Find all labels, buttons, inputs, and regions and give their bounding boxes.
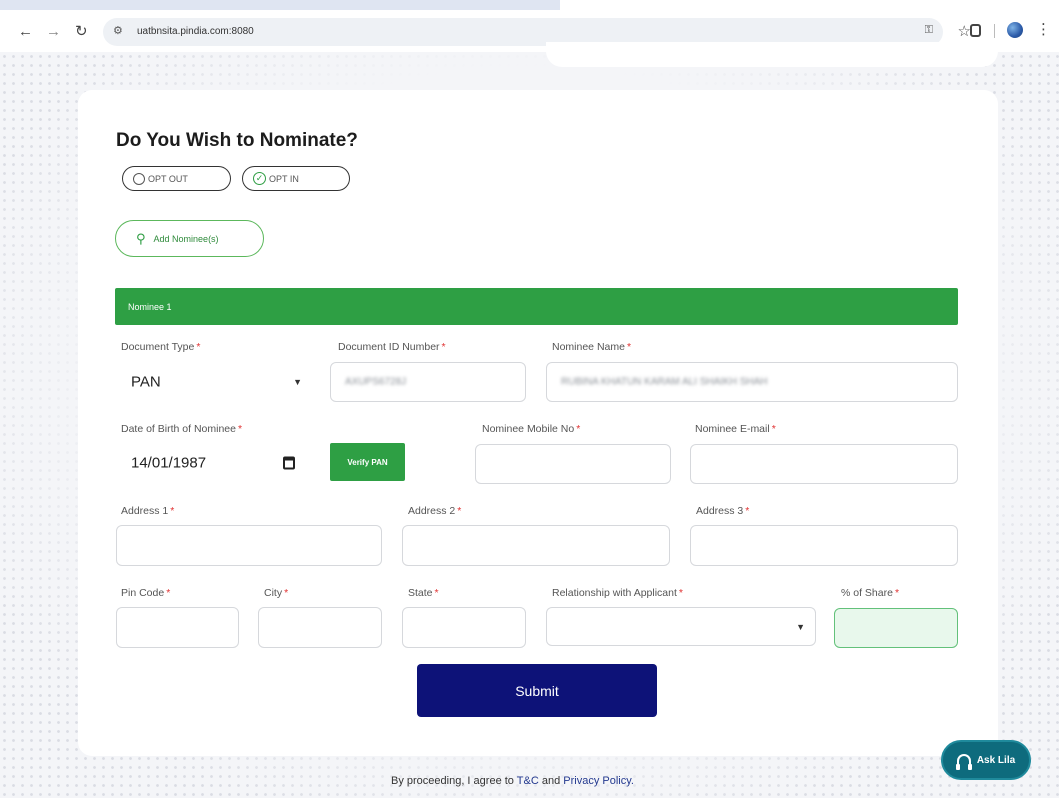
radio-checked-icon: ✓ [253,172,266,185]
search-icon: ⚲ [136,230,146,246]
verify-pan-button[interactable]: Verify PAN [330,443,405,481]
state-input[interactable] [402,607,526,648]
document-type-value: PAN [131,373,161,391]
mobile-label: Nominee Mobile No * [482,423,581,435]
ask-lila-label: Ask Lila [976,754,1016,766]
url-text[interactable]: uatbnsita.pindia.com:8080 [137,26,254,37]
extensions-icon[interactable] [970,24,981,37]
document-id-input[interactable]: AXUPS6728J [330,362,526,402]
bookmark-star-icon[interactable]: ☆ [958,22,971,40]
opt-in-label: OPT IN [269,173,299,184]
nominee-name-label: Nominee Name * [552,341,632,353]
dob-date-input[interactable]: 14/01/1987 [116,443,312,483]
email-label: Nominee E-mail * [695,423,776,435]
opt-out-radio[interactable]: OPT OUT [122,166,231,191]
password-key-icon[interactable]: ⚿ [925,24,933,37]
nominee-section-header: Nominee 1 [115,288,958,325]
relationship-select[interactable]: ▼ [546,607,816,646]
privacy-policy-link[interactable]: Privacy Policy. [563,775,634,787]
address1-input[interactable] [116,525,382,566]
relationship-label: Relationship with Applicant * [552,587,684,599]
address3-input[interactable] [690,525,958,566]
profile-avatar-icon[interactable] [1007,22,1023,38]
email-input[interactable] [690,444,958,484]
opt-out-label: OPT OUT [148,173,188,184]
address3-label: Address 3 * [696,505,750,517]
chevron-down-icon: ▼ [796,621,805,632]
nominee-header-label: Nominee 1 [128,301,172,312]
document-id-label: Document ID Number * [338,341,446,353]
top-panel-edge [546,42,998,67]
terms-footer: By proceeding, I agree to T&C and Privac… [391,775,634,787]
headset-icon [955,754,972,770]
site-info-icon[interactable]: ⚙ [113,24,123,37]
add-nominee-button[interactable]: ⚲ Add Nominee(s) [115,220,264,257]
chevron-down-icon: ▼ [293,377,302,387]
opt-in-radio[interactable]: ✓ OPT IN [242,166,350,191]
nomination-card: Do You Wish to Nominate? OPT OUT ✓ OPT I… [78,90,998,756]
page-title: Do You Wish to Nominate? [116,130,358,151]
nominee-name-input[interactable]: RUBINA KHATUN KARAM ALI SHAIKH SHAH [546,362,958,402]
address1-label: Address 1 * [121,505,175,517]
submit-button[interactable]: Submit [417,664,657,717]
back-icon[interactable]: ← [18,24,33,40]
mobile-input[interactable] [475,444,671,484]
tab-strip [0,0,560,10]
document-id-value: AXUPS6728J [345,376,407,388]
document-type-label: Document Type * [121,341,201,353]
pin-code-input[interactable] [116,607,239,648]
reload-icon[interactable]: ↻ [75,24,88,40]
toolbar-divider [994,24,995,38]
document-type-select[interactable]: PAN ▼ [116,363,313,401]
share-label: % of Share * [841,587,900,599]
browser-menu-icon[interactable]: ⋮ [1036,20,1051,38]
city-label: City * [264,587,289,599]
tnc-link[interactable]: T&C [517,775,539,787]
radio-unchecked-icon [133,172,145,185]
dob-label: Date of Birth of Nominee * [121,423,243,435]
address2-label: Address 2 * [408,505,462,517]
ask-lila-button[interactable]: Ask Lila [941,740,1031,780]
calendar-icon[interactable] [283,456,295,470]
nominee-name-value: RUBINA KHATUN KARAM ALI SHAIKH SHAH [561,376,768,388]
forward-icon[interactable]: → [46,24,61,40]
dob-value: 14/01/1987 [131,454,207,472]
address2-input[interactable] [402,525,670,566]
add-nominee-label: Add Nominee(s) [153,233,219,244]
city-input[interactable] [258,607,382,648]
pin-code-label: Pin Code * [121,587,171,599]
share-input[interactable] [834,608,958,648]
state-label: State * [408,587,439,599]
